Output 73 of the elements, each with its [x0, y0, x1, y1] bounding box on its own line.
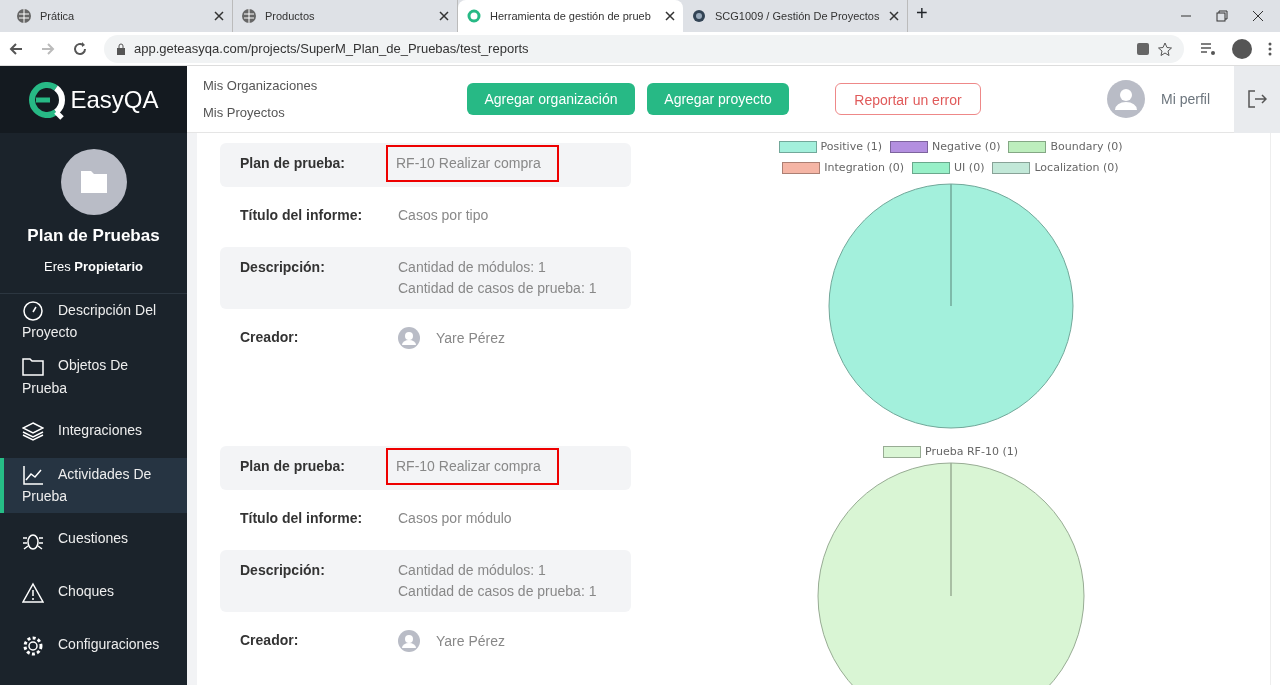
field-value: Cantidad de casos de prueba: 1: [398, 582, 597, 601]
sidebar-item[interactable]: Choques: [0, 565, 187, 619]
nav-link[interactable]: Mis Proyectos: [203, 103, 437, 123]
legend-label: UI (0): [954, 159, 985, 176]
globe-icon: [16, 8, 32, 24]
legend-label: Localization (0): [1034, 159, 1119, 176]
field-value: Yare Pérez: [436, 631, 505, 651]
legend-label: Boundary (0): [1050, 139, 1123, 155]
avatar-icon: [398, 327, 420, 349]
field-label: Descripción:: [240, 258, 326, 277]
speedometer-icon: [22, 300, 44, 323]
field-label: Descripción:: [240, 561, 326, 580]
field-label: Título del informe:: [240, 509, 364, 528]
more-icon: [1268, 41, 1272, 56]
report-button[interactable]: Reportar un error: [835, 83, 981, 115]
field-value: Casos por módulo: [398, 509, 512, 528]
logo-text: EasyQA: [70, 84, 159, 115]
sidebar-item[interactable]: Objetos De Prueba: [0, 349, 187, 405]
field-label: Creador:: [240, 328, 300, 347]
close-icon: [214, 11, 224, 21]
close-icon: [665, 11, 675, 21]
close-icon: [439, 11, 449, 21]
chart-icon: [22, 463, 44, 486]
folder-icon: [22, 355, 44, 378]
close-icon: [889, 11, 899, 21]
logo-icon: [466, 8, 482, 24]
address-bar[interactable]: app.geteasyqa.com/projects/SuperM_Plan_de_Pruebas/test_reports: [104, 34, 1184, 63]
logout-button[interactable]: [1234, 65, 1280, 133]
new-tab-button[interactable]: +: [916, 0, 928, 28]
field-value: Cantidad de módulos: 1: [398, 561, 547, 580]
field-value: Cantidad de casos de prueba: 1: [398, 279, 597, 298]
field-value: Casos por tipo: [398, 206, 489, 225]
globe-icon: [241, 8, 257, 24]
project-name: Plan de Pruebas: [27, 225, 160, 247]
close-icon: [1252, 10, 1264, 22]
layers-icon: [22, 420, 44, 443]
browser-tab[interactable]: Herramienta de gestión de prueb: [458, 0, 683, 32]
profile-link[interactable]: Mi perfil: [1161, 88, 1210, 110]
reload-icon: [72, 40, 88, 57]
legend-label: Prueba RF-10 (1): [925, 444, 1018, 460]
field-value: Cantidad de módulos: 1: [398, 258, 547, 277]
sidebar-item[interactable]: Configuraciones: [0, 618, 187, 672]
legend-label: Positive (1): [820, 139, 882, 155]
playlist-icon: [1200, 41, 1216, 56]
field-label: Título del informe:: [240, 206, 364, 225]
restore-icon: [1216, 10, 1228, 22]
field-value: RF-10 Realizar compra: [388, 450, 557, 483]
logout-icon: [1247, 89, 1267, 109]
field-label: Creador:: [240, 631, 300, 650]
field-value: Yare Pérez: [436, 328, 505, 348]
lock-icon: [116, 42, 126, 55]
back-icon: [8, 40, 24, 57]
legend-label: Negative (0): [932, 139, 1001, 155]
forward-icon: [40, 40, 56, 57]
field-label: Plan de prueba:: [240, 154, 347, 173]
sidebar-item[interactable]: Actividades De Prueba: [0, 457, 187, 513]
sidebar-item[interactable]: Cuestiones: [0, 512, 187, 566]
sidebar-item[interactable]: Descripción Del Proyecto: [0, 294, 187, 350]
warning-icon: [22, 581, 44, 604]
sidebar-item[interactable]: Integraciones: [0, 404, 187, 458]
field-value: RF-10 Realizar compra: [388, 147, 557, 180]
field-label: Plan de prueba:: [240, 457, 347, 476]
logo-icon: [28, 79, 67, 120]
avatar-icon: [1232, 38, 1252, 59]
avatar-icon: [398, 630, 420, 652]
folder-icon: [60, 149, 127, 215]
settings-icon: [22, 634, 44, 657]
legend-label: Integration (0): [824, 159, 905, 176]
star-icon: [1158, 41, 1172, 56]
gear-icon: [691, 8, 707, 24]
avatar-icon: [1107, 80, 1145, 118]
project-role: Eres Propietario: [44, 257, 143, 276]
nav-link[interactable]: Mis Organizaciones: [203, 75, 437, 95]
